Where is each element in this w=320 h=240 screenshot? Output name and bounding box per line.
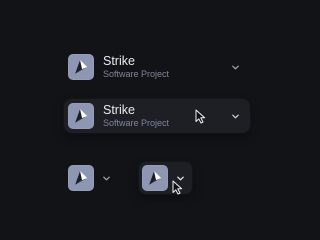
strike-logo-icon (68, 54, 94, 80)
project-subtitle: Software Project (103, 118, 170, 128)
project-switcher-collapsed-hover[interactable] (139, 162, 192, 195)
chevron-down-icon[interactable] (101, 173, 111, 183)
strike-logo-icon (142, 165, 168, 191)
project-switcher-collapsed[interactable] (68, 165, 116, 191)
project-switcher-expanded[interactable]: Strike Software Project (68, 53, 246, 81)
project-name: Strike (103, 103, 135, 117)
chevron-down-icon[interactable] (230, 111, 240, 121)
chevron-down-icon[interactable] (230, 62, 240, 72)
strike-logo-icon (68, 103, 94, 129)
project-switcher-expanded-hover[interactable]: Strike Software Project (64, 99, 250, 133)
strike-logo-icon (68, 165, 94, 191)
mouse-pointer-icon (172, 180, 183, 195)
mouse-pointer-icon (195, 109, 206, 124)
project-subtitle: Software Project (103, 69, 170, 79)
project-name: Strike (103, 54, 135, 68)
